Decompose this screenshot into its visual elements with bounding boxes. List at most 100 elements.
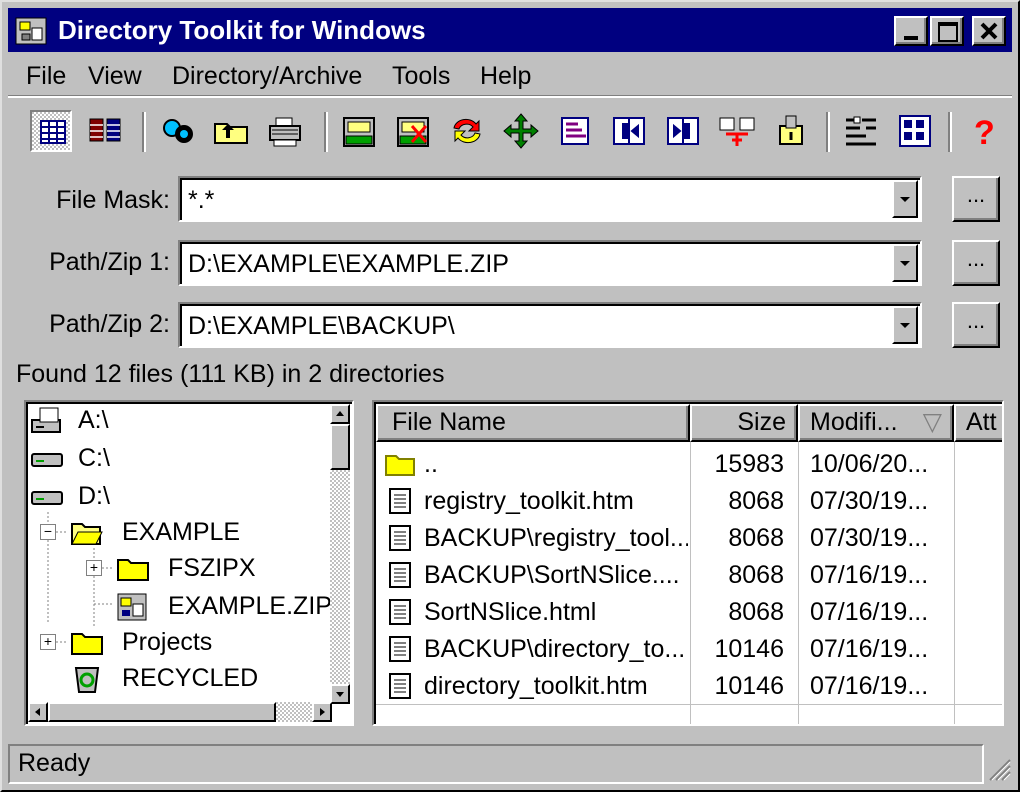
file-name: directory_toolkit.htm bbox=[424, 672, 648, 700]
tree-item-label: D:\ bbox=[78, 482, 110, 510]
column-header-size[interactable]: Size bbox=[690, 404, 798, 442]
column-header-file-name[interactable]: File Name bbox=[376, 404, 690, 442]
path1-combo[interactable]: D:\EXAMPLE\EXAMPLE.ZIP bbox=[178, 240, 922, 286]
print-button[interactable] bbox=[264, 110, 306, 152]
toolbar-separator bbox=[826, 112, 830, 152]
file-row[interactable]: BACKUP\registry_tool... 8068 07/30/19... bbox=[376, 520, 1002, 557]
file-icon bbox=[389, 636, 411, 662]
file-size: 8068 bbox=[728, 524, 784, 552]
path2-combo[interactable]: D:\EXAMPLE\BACKUP\ bbox=[178, 302, 922, 348]
file-name: BACKUP\registry_tool... bbox=[424, 524, 688, 552]
compare-button[interactable] bbox=[554, 110, 596, 152]
file-size: 10146 bbox=[714, 672, 784, 700]
collapse-toggle[interactable]: − bbox=[40, 524, 56, 540]
folder-icon bbox=[71, 633, 103, 655]
tree-item-label: EXAMPLE.ZIP bbox=[168, 592, 332, 620]
scroll-left-button[interactable] bbox=[28, 702, 48, 722]
merge-left-button[interactable] bbox=[608, 110, 650, 152]
archive-delete-button[interactable] bbox=[392, 110, 434, 152]
file-modified: 10/06/20... bbox=[810, 450, 929, 478]
tree-item-label: C:\ bbox=[78, 444, 110, 472]
expand-toggle[interactable]: + bbox=[40, 634, 56, 650]
path1-label: Path/Zip 1: bbox=[49, 248, 170, 276]
path1-browse-button[interactable]: ... bbox=[952, 240, 1000, 286]
columns-button[interactable] bbox=[894, 110, 936, 152]
scroll-up-button[interactable] bbox=[330, 404, 350, 424]
file-modified: 07/16/19... bbox=[810, 635, 929, 663]
open-folder-icon bbox=[71, 523, 103, 545]
scroll-right-button[interactable] bbox=[312, 702, 332, 722]
file-row[interactable]: SortNSlice.html 8068 07/16/19... bbox=[376, 594, 1002, 631]
file-row[interactable]: registry_toolkit.htm 8068 07/30/19... bbox=[376, 483, 1002, 520]
sync-button[interactable] bbox=[446, 110, 488, 152]
filter-button[interactable] bbox=[840, 110, 882, 152]
resize-grip-icon[interactable] bbox=[986, 752, 1012, 782]
split-view-button[interactable] bbox=[84, 110, 126, 152]
toolbar-separator bbox=[324, 112, 328, 152]
merge-right-button[interactable] bbox=[662, 110, 704, 152]
expand-toggle[interactable]: + bbox=[86, 560, 102, 576]
tree-vertical-scrollbar[interactable] bbox=[330, 404, 350, 704]
directory-tree[interactable]: A:\ C:\ D:\ − EXAMPLE + FSZIPX EXAMPLE.Z… bbox=[24, 400, 354, 726]
file-name: SortNSlice.html bbox=[424, 598, 597, 626]
floppy-drive-icon bbox=[31, 407, 61, 433]
tree-horizontal-scrollbar[interactable] bbox=[28, 702, 332, 722]
file-row[interactable]: directory_toolkit.htm 10146 07/16/19... bbox=[376, 668, 1002, 705]
file-mask-label: File Mask: bbox=[56, 186, 170, 214]
sync-icon bbox=[453, 118, 481, 144]
column-header-attributes[interactable]: Att bbox=[954, 404, 1002, 442]
folder-icon bbox=[117, 559, 149, 581]
menu-file[interactable]: File bbox=[26, 60, 66, 92]
archive-add-button[interactable] bbox=[338, 110, 380, 152]
file-mask-value: *.* bbox=[188, 186, 215, 214]
archive-add-icon bbox=[343, 117, 375, 147]
file-row[interactable]: BACKUP\SortNSlice.... 8068 07/16/19... bbox=[376, 557, 1002, 594]
menu-directory-archive[interactable]: Directory/Archive bbox=[172, 60, 362, 92]
path2-browse-button[interactable]: ... bbox=[952, 302, 1000, 348]
close-button[interactable] bbox=[972, 16, 1006, 46]
path1-value: D:\EXAMPLE\EXAMPLE.ZIP bbox=[188, 250, 509, 278]
filter-icon bbox=[846, 116, 876, 146]
menu-view[interactable]: View bbox=[88, 60, 142, 92]
compare-icon bbox=[561, 117, 589, 145]
diff-button[interactable] bbox=[716, 110, 758, 152]
split-view-icon bbox=[89, 118, 121, 142]
column-header-modified[interactable]: Modifi... ▽ bbox=[798, 404, 954, 442]
details-view-button[interactable] bbox=[30, 110, 72, 152]
file-row[interactable]: BACKUP\directory_to... 10146 07/16/19... bbox=[376, 631, 1002, 668]
file-size: 10146 bbox=[714, 635, 784, 663]
find-button[interactable] bbox=[156, 110, 198, 152]
tree-item-label: RECYCLED bbox=[122, 664, 259, 692]
hard-drive-icon bbox=[31, 491, 63, 505]
file-list[interactable]: File Name Size Modifi... ▽ Att .. 15983 … bbox=[372, 400, 1004, 726]
file-mask-combo[interactable]: *.* bbox=[178, 176, 922, 222]
file-mask-browse-button[interactable]: ... bbox=[952, 176, 1000, 222]
move-icon bbox=[503, 113, 539, 149]
maximize-button[interactable] bbox=[930, 16, 964, 46]
zip-archive-icon bbox=[117, 593, 147, 621]
file-modified: 07/16/19... bbox=[810, 598, 929, 626]
file-modified: 07/30/19... bbox=[810, 487, 929, 515]
arrow-down-icon bbox=[336, 692, 344, 697]
diff-icon bbox=[719, 117, 755, 146]
scroll-down-button[interactable] bbox=[330, 684, 350, 704]
tree-item-label: Projects bbox=[122, 628, 213, 656]
menu-tools[interactable]: Tools bbox=[392, 60, 450, 92]
help-icon: ? bbox=[974, 114, 995, 152]
minimize-button[interactable] bbox=[894, 16, 928, 46]
pane-splitter[interactable] bbox=[358, 400, 368, 726]
move-button[interactable] bbox=[500, 110, 542, 152]
path1-dropdown-button[interactable] bbox=[892, 244, 918, 282]
path2-dropdown-button[interactable] bbox=[892, 306, 918, 344]
title-bar[interactable]: Directory Toolkit for Windows bbox=[8, 8, 1012, 52]
menu-help[interactable]: Help bbox=[480, 60, 531, 92]
extract-button[interactable] bbox=[770, 110, 812, 152]
scroll-thumb[interactable] bbox=[330, 424, 350, 470]
file-mask-dropdown-button[interactable] bbox=[892, 180, 918, 218]
file-row[interactable]: .. 15983 10/06/20... bbox=[376, 446, 1002, 483]
scroll-thumb[interactable] bbox=[48, 702, 276, 722]
file-size: 8068 bbox=[728, 598, 784, 626]
help-button[interactable]: ? bbox=[962, 110, 1004, 152]
up-folder-button[interactable] bbox=[210, 110, 252, 152]
status-text: Ready bbox=[18, 749, 91, 777]
